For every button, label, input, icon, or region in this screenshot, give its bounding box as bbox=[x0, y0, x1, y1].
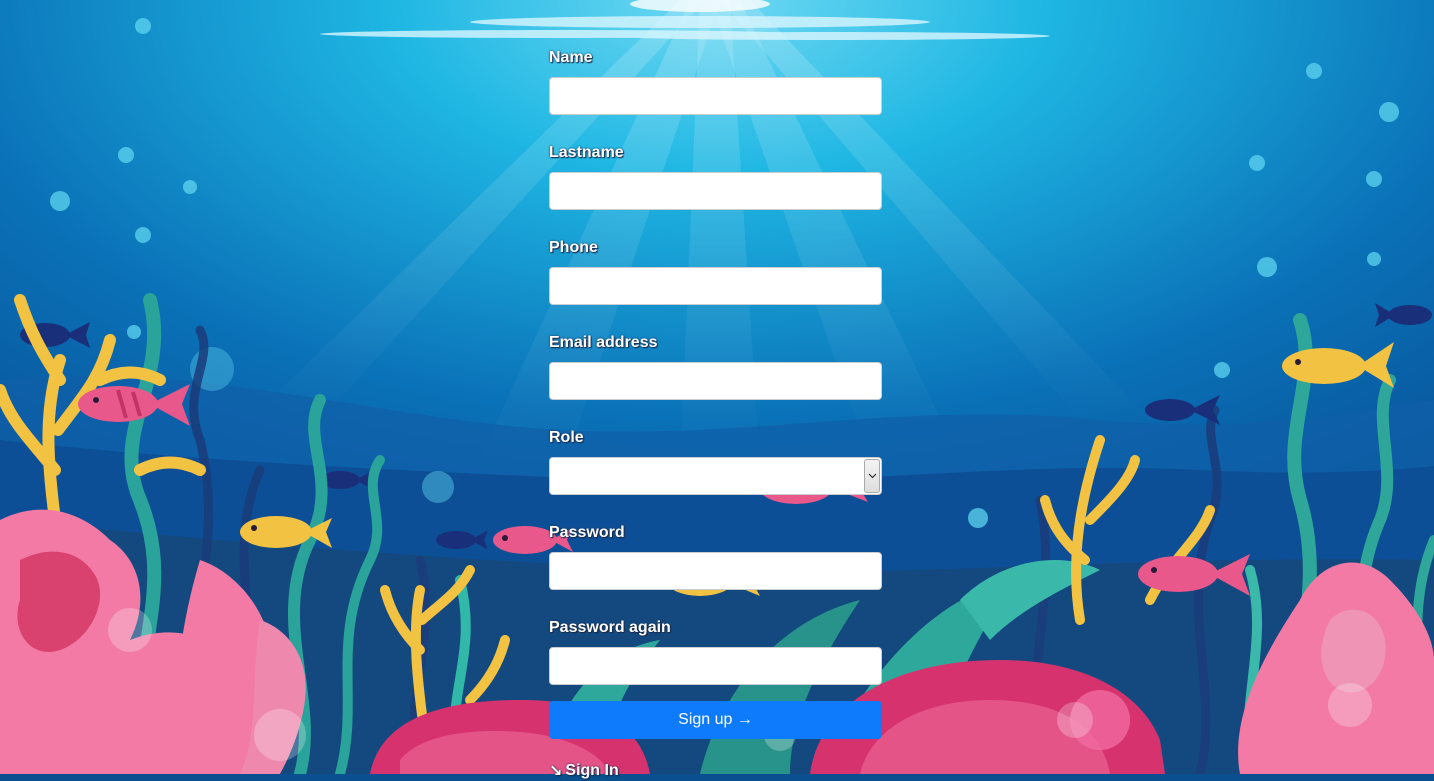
password-label: Password bbox=[549, 524, 625, 541]
sign-up-button[interactable]: Sign up → bbox=[549, 701, 882, 739]
arrow-down-right-icon: ↘ bbox=[549, 763, 563, 780]
email-label: Email address bbox=[549, 334, 658, 351]
name-input[interactable] bbox=[549, 77, 882, 115]
role-label: Role bbox=[549, 429, 584, 446]
name-label: Name bbox=[549, 49, 593, 66]
phone-input[interactable] bbox=[549, 267, 882, 305]
password-again-input[interactable] bbox=[549, 647, 882, 685]
password-input[interactable] bbox=[549, 552, 882, 590]
role-select-control[interactable] bbox=[550, 458, 881, 494]
sign-in-link[interactable]: ↘ Sign In bbox=[549, 761, 619, 781]
role-select[interactable] bbox=[549, 457, 882, 495]
sign-in-label: Sign In bbox=[565, 762, 619, 779]
phone-label: Phone bbox=[549, 239, 598, 256]
email-input[interactable] bbox=[549, 362, 882, 400]
signin-row: ↘ Sign In bbox=[549, 761, 882, 781]
signup-form: Name Lastname Phone Email address Role P… bbox=[549, 48, 882, 781]
lastname-label: Lastname bbox=[549, 144, 624, 161]
lastname-input[interactable] bbox=[549, 172, 882, 210]
password-again-label: Password again bbox=[549, 619, 671, 636]
